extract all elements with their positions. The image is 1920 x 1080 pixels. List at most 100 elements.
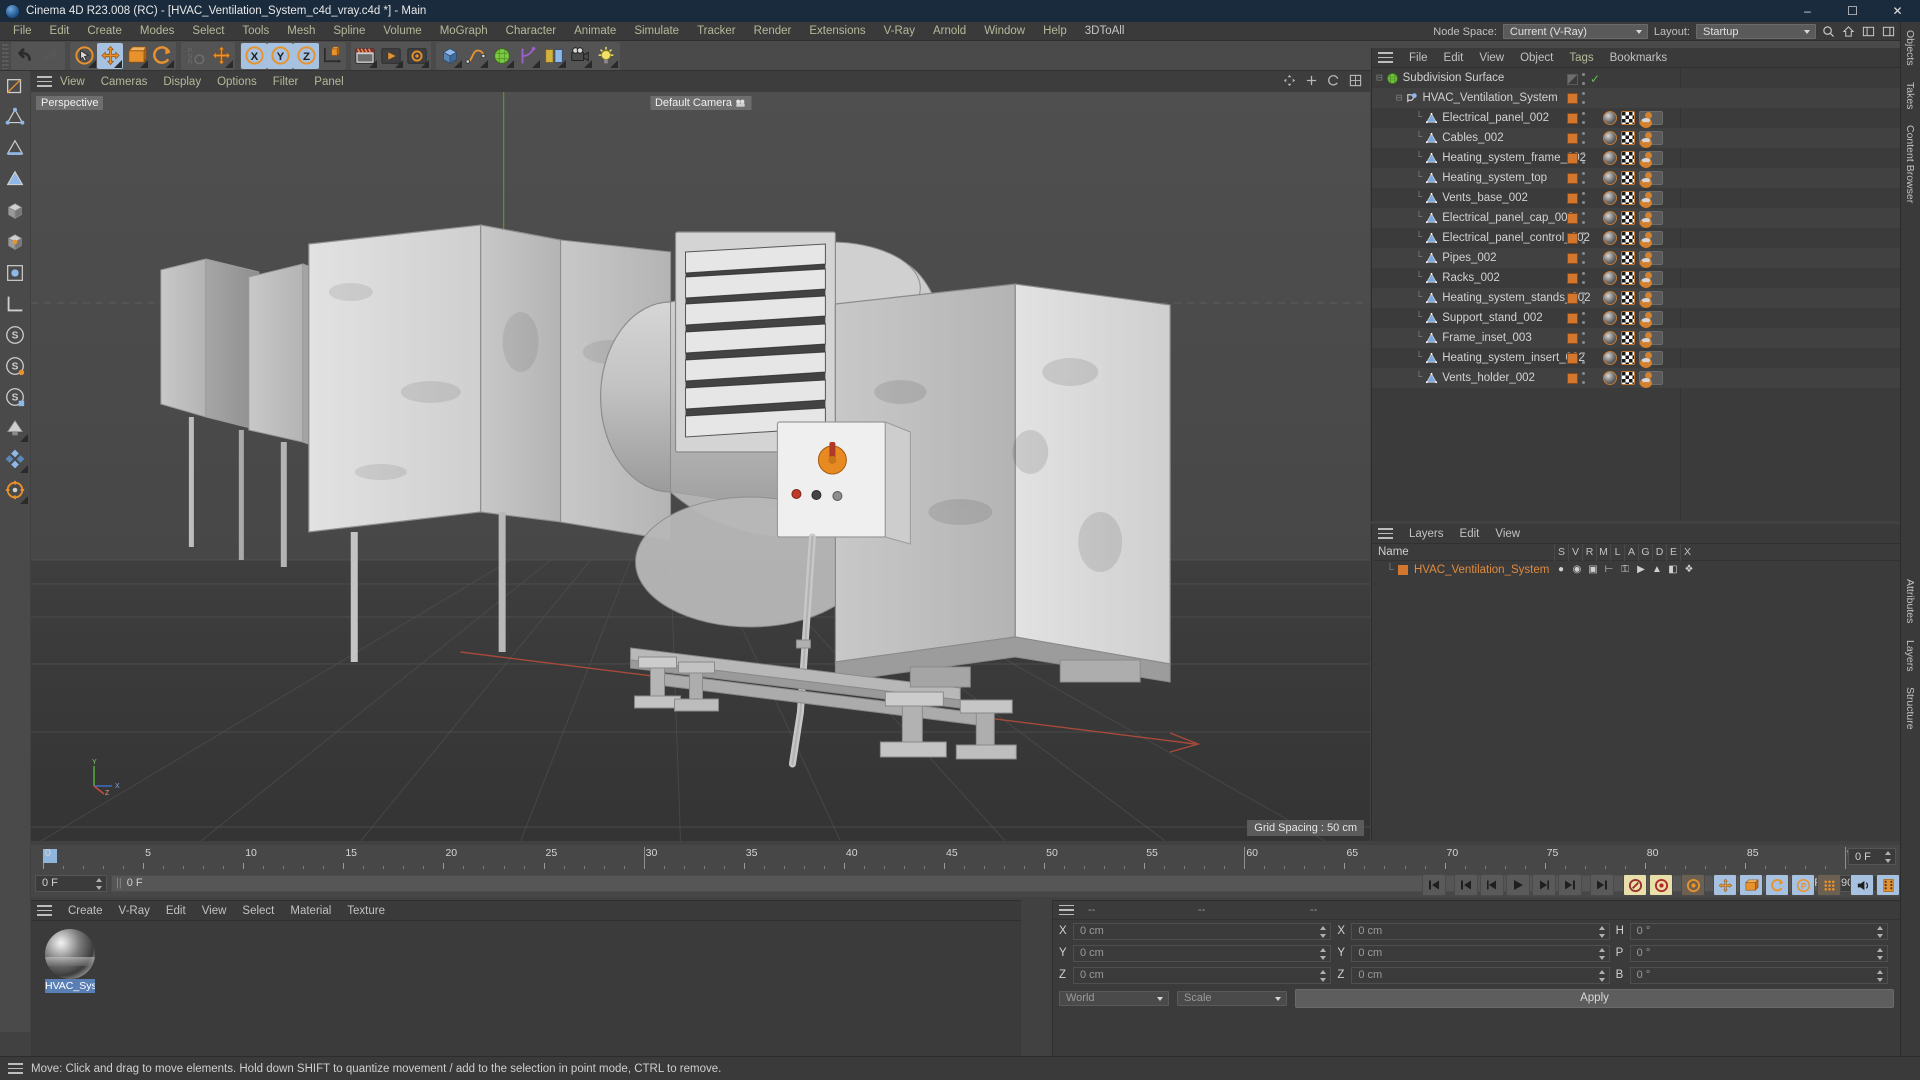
object-row[interactable]: └ Electrical_panel_cap_002: [1372, 208, 1900, 228]
viewport-menu-panel[interactable]: Panel: [306, 76, 351, 88]
render-to-picture-viewer-button[interactable]: [378, 43, 404, 69]
object-visibility-dots[interactable]: [1567, 252, 1586, 264]
visibility-dots-icon[interactable]: [1582, 112, 1586, 124]
current-frame-stepper[interactable]: [96, 877, 103, 890]
menu-simulate[interactable]: Simulate: [625, 22, 688, 41]
enabled-check-icon[interactable]: ✓: [1590, 72, 1600, 86]
go-to-next-key-button[interactable]: [1558, 874, 1582, 896]
coordinate-position-field[interactable]: 0 cm: [1073, 944, 1332, 962]
layer-column-l[interactable]: L: [1610, 544, 1624, 561]
selection-tag-icon[interactable]: [1639, 311, 1663, 328]
uv-tag-icon[interactable]: [1621, 191, 1635, 205]
material-tag-icon[interactable]: [1603, 291, 1617, 305]
uv-tag-icon[interactable]: [1621, 151, 1635, 165]
selection-tag-icon[interactable]: [1639, 131, 1663, 148]
axis-center-button[interactable]: [1, 475, 29, 505]
layer-color-swatch[interactable]: [1567, 152, 1578, 164]
node-space-select[interactable]: Current (V-Ray): [1502, 24, 1648, 39]
object-row[interactable]: └ Racks_002: [1372, 268, 1900, 288]
object-visibility-dots[interactable]: [1567, 132, 1586, 144]
objmgr-menu-bookmarks[interactable]: Bookmarks: [1602, 52, 1676, 64]
layer-color-swatch[interactable]: [1567, 292, 1578, 304]
object-row[interactable]: └ Frame_inset_003: [1372, 328, 1900, 348]
autokeying-button[interactable]: [1649, 874, 1673, 896]
viewport-menu-cameras[interactable]: Cameras: [93, 76, 156, 88]
menu-spline[interactable]: Spline: [324, 22, 374, 41]
layer-column-r[interactable]: R: [1582, 544, 1596, 561]
timeline-frame-display[interactable]: 0 F: [1848, 848, 1896, 865]
matmgr-menu-texture[interactable]: Texture: [339, 905, 393, 917]
coordinate-rotation-field[interactable]: 0 °: [1629, 944, 1888, 962]
selection-tag-icon[interactable]: [1639, 291, 1663, 308]
viewport-menu-display[interactable]: Display: [155, 76, 209, 88]
visibility-dots-icon[interactable]: [1582, 372, 1586, 384]
coordinate-size-field[interactable]: 0 cm: [1351, 922, 1610, 940]
object-row[interactable]: └ Vents_holder_002: [1372, 368, 1900, 388]
home-layout-icon[interactable]: [1842, 25, 1856, 39]
selection-tag-icon[interactable]: [1639, 151, 1663, 168]
apply-button[interactable]: Apply: [1295, 988, 1894, 1008]
layer-column-x[interactable]: X: [1680, 544, 1694, 561]
parameter-keying-button[interactable]: P: [1791, 874, 1815, 896]
menu-3dtoall[interactable]: 3DToAll: [1076, 22, 1134, 41]
menu-animate[interactable]: Animate: [565, 22, 625, 41]
material-tag-icon[interactable]: [1603, 231, 1617, 245]
keyframe-settings-button[interactable]: [1681, 874, 1705, 896]
zoom-icon[interactable]: [1305, 74, 1318, 87]
matmgr-menu-edit[interactable]: Edit: [158, 905, 194, 917]
selection-tag-icon[interactable]: [1639, 191, 1663, 208]
coordinate-position-field[interactable]: 0 cm: [1073, 922, 1332, 940]
object-row[interactable]: └ Electrical_panel_control_002: [1372, 228, 1900, 248]
object-visibility-dots[interactable]: [1567, 172, 1586, 184]
layout-select[interactable]: Startup: [1696, 24, 1816, 39]
material-tag-icon[interactable]: [1603, 371, 1617, 385]
manager-icon[interactable]: ⊢: [1602, 563, 1616, 576]
object-row[interactable]: └ Cables_002: [1372, 128, 1900, 148]
menu-extensions[interactable]: Extensions: [800, 22, 874, 41]
play-button[interactable]: [1506, 874, 1530, 896]
rotate-tool-button[interactable]: [149, 43, 175, 69]
rotate-view-icon[interactable]: [1327, 74, 1340, 87]
menu-tools[interactable]: Tools: [233, 22, 278, 41]
deformer-icon[interactable]: ◧: [1666, 563, 1680, 576]
coordinate-rotation-stepper[interactable]: [1876, 925, 1884, 938]
menu-window[interactable]: Window: [975, 22, 1034, 41]
menu-render[interactable]: Render: [745, 22, 801, 41]
timeline-ruler[interactable]: 051015202530354045505560657075808590: [43, 847, 1859, 869]
go-to-next-frame-button[interactable]: [1532, 874, 1556, 896]
pan-icon[interactable]: [1283, 74, 1296, 87]
matmgr-menu-view[interactable]: View: [194, 905, 235, 917]
visibility-dots-icon[interactable]: [1582, 152, 1586, 164]
object-row[interactable]: └ Pipes_002: [1372, 248, 1900, 268]
layer-color-swatch[interactable]: [1567, 272, 1578, 284]
matmgr-menu-create[interactable]: Create: [60, 905, 111, 917]
selection-tag-icon[interactable]: [1639, 351, 1663, 368]
object-visibility-dots[interactable]: [1567, 332, 1586, 344]
layer-row[interactable]: └ HVAC_Ventilation_System ● ◉ ▣ ⊢ ⚿ ▶ ▲ ◧ ❖: [1372, 561, 1900, 578]
uv-tag-icon[interactable]: [1621, 211, 1635, 225]
material-tag-icon[interactable]: [1603, 151, 1617, 165]
coordinate-position-stepper[interactable]: [1320, 947, 1327, 960]
coordinate-system-button[interactable]: [319, 43, 345, 69]
object-visibility-dots[interactable]: [1567, 372, 1586, 384]
matmgr-menu-material[interactable]: Material: [282, 905, 339, 917]
material-tag-icon[interactable]: [1603, 191, 1617, 205]
subdivision-toggle-checkbox[interactable]: [1567, 73, 1578, 85]
layer-color-swatch[interactable]: [1567, 92, 1578, 104]
coordinate-size-field[interactable]: 0 cm: [1351, 966, 1610, 984]
menu-modes[interactable]: Modes: [131, 22, 184, 41]
visibility-dots-icon[interactable]: [1582, 252, 1586, 264]
viewport-solo-button[interactable]: [1, 444, 29, 474]
workplane-lock-button[interactable]: [1, 413, 29, 443]
timeline-frame-stepper[interactable]: [1885, 851, 1892, 863]
go-to-start-button[interactable]: [1422, 874, 1446, 896]
viewport-menu-filter[interactable]: Filter: [265, 76, 307, 88]
visibility-dots-icon[interactable]: [1582, 352, 1586, 364]
object-visibility-dots[interactable]: [1567, 152, 1586, 164]
sound-button[interactable]: [1850, 874, 1874, 896]
coordinate-rotation-field[interactable]: 0 °: [1629, 966, 1888, 984]
visibility-dots-icon[interactable]: [1582, 272, 1586, 284]
visibility-dots-icon[interactable]: [1582, 73, 1586, 85]
visibility-dots-icon[interactable]: [1582, 292, 1586, 304]
object-row[interactable]: ⊟ HVAC_Ventilation_System: [1372, 88, 1900, 108]
